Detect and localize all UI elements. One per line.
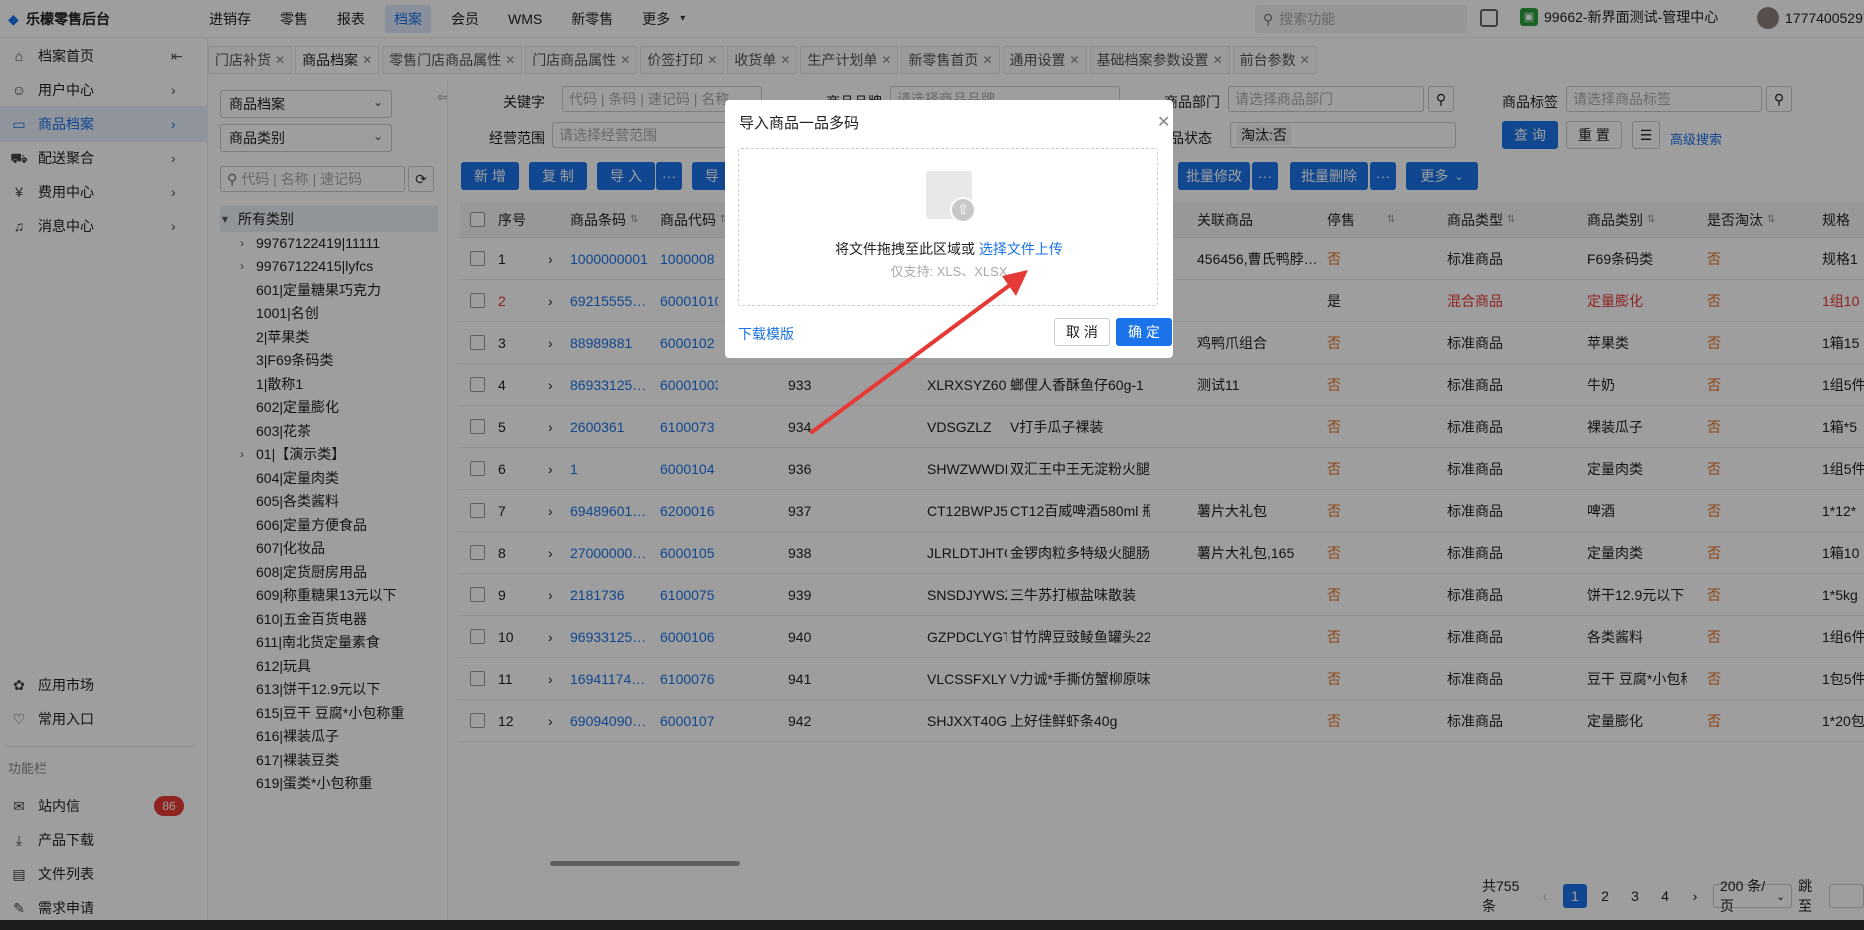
upload-cloud-icon: ⇧: [950, 197, 976, 223]
file-dropzone[interactable]: ⇧ 将文件拖拽至此区域或 选择文件上传 仅支持: XLS、XLSX: [738, 148, 1158, 306]
download-template-link[interactable]: 下载模版: [738, 324, 794, 344]
close-icon[interactable]: ✕: [1157, 112, 1170, 132]
confirm-button[interactable]: 确 定: [1116, 318, 1172, 346]
drop-instructions: 将文件拖拽至此区域或 选择文件上传: [835, 241, 1063, 257]
cancel-button[interactable]: 取 消: [1054, 318, 1110, 346]
select-file-link[interactable]: 选择文件上传: [979, 241, 1063, 257]
modal-title: 导入商品一品多码: [739, 115, 860, 132]
os-taskbar: [0, 920, 1864, 930]
supported-formats: 仅支持: XLS、XLSX: [890, 264, 1008, 279]
import-modal: 导入商品一品多码 ✕ ⇧ 将文件拖拽至此区域或 选择文件上传 仅支持: XLS、…: [725, 100, 1173, 358]
